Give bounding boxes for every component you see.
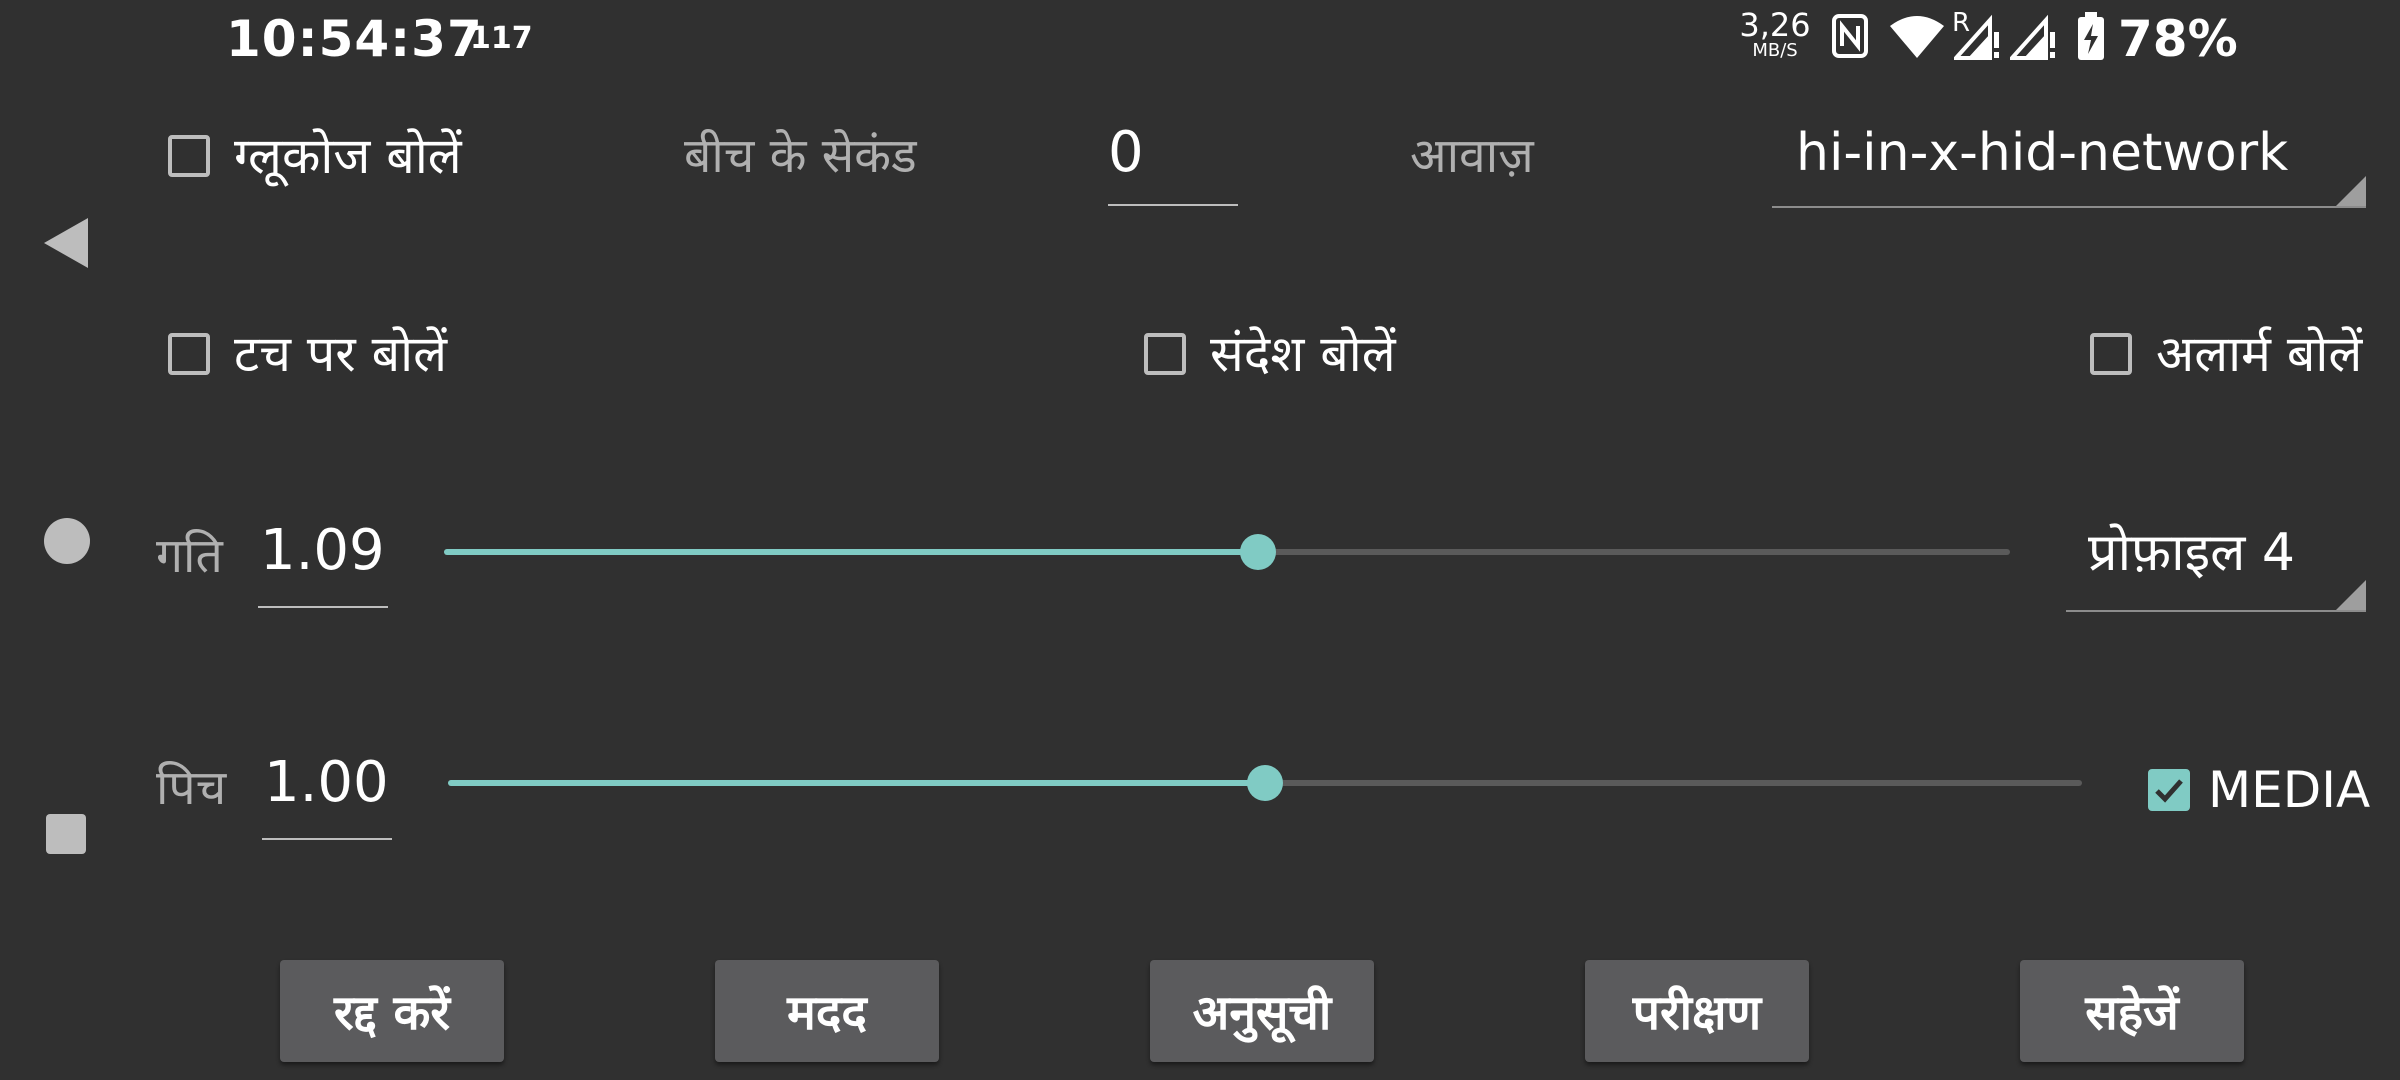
- profile-spinner-value: प्रोफ़ाइल 4: [2088, 523, 2296, 583]
- pitch-slider-fill: [448, 780, 1265, 786]
- network-speed: 3,26 MB/S: [1738, 6, 1812, 64]
- speak-alarms-checkbox-box[interactable]: [2090, 333, 2132, 375]
- back-icon[interactable]: [44, 218, 88, 268]
- test-button[interactable]: परीक्षण: [1585, 960, 1809, 1062]
- profile-spinner[interactable]: प्रोफ़ाइल 4: [2066, 518, 2366, 612]
- signal-icon: [2010, 14, 2055, 60]
- signal-roaming-icon: [1954, 14, 1999, 60]
- speak-alarms-label: अलार्म बोलें: [2156, 325, 2363, 383]
- pitch-field[interactable]: 1.00: [262, 748, 392, 840]
- pitch-slider[interactable]: [448, 765, 2082, 801]
- speed-slider[interactable]: [444, 534, 2010, 570]
- status-time: 10:54:37: [226, 10, 483, 68]
- recents-icon[interactable]: [46, 814, 86, 854]
- speak-on-touch-checkbox[interactable]: टच पर बोलें: [168, 324, 447, 384]
- speak-messages-checkbox[interactable]: संदेश बोलें: [1144, 324, 1396, 384]
- speed-label: गति: [156, 528, 223, 584]
- pitch-slider-thumb[interactable]: [1247, 765, 1283, 801]
- media-checkbox[interactable]: MEDIA: [2148, 760, 2370, 820]
- speak-on-touch-checkbox-box[interactable]: [168, 333, 210, 375]
- voice-spinner[interactable]: hi-in-x-hid-network: [1772, 118, 2366, 208]
- speak-glucose-checkbox-box[interactable]: [168, 135, 210, 177]
- cancel-button[interactable]: रद्द करें: [280, 960, 504, 1062]
- speak-glucose-checkbox[interactable]: ग्लूकोज बोलें: [168, 126, 462, 186]
- home-icon[interactable]: [44, 518, 90, 564]
- battery-charging-icon: [2078, 12, 2104, 60]
- speak-messages-label: संदेश बोलें: [1210, 325, 1396, 383]
- speak-messages-checkbox-box[interactable]: [1144, 333, 1186, 375]
- speed-field[interactable]: 1.09: [258, 516, 388, 608]
- pitch-label: पिच: [156, 760, 227, 816]
- speak-glucose-label: ग्लूकोज बोलें: [234, 127, 462, 185]
- interval-seconds-field[interactable]: 0: [1108, 118, 1238, 206]
- voice-spinner-value: hi-in-x-hid-network: [1796, 123, 2289, 183]
- save-button[interactable]: सहेजें: [2020, 960, 2244, 1062]
- schedule-button[interactable]: अनुसूची: [1150, 960, 1374, 1062]
- notification-count: 117: [470, 21, 533, 56]
- profile-dropdown-arrow-icon: [2336, 580, 2366, 610]
- checkmark-icon: [2155, 779, 2183, 803]
- voice-dropdown-arrow-icon: [2336, 176, 2366, 206]
- speed-slider-fill: [444, 549, 1259, 555]
- network-speed-value: 3,26: [1739, 6, 1811, 44]
- battery-percent: 78%: [2118, 10, 2238, 68]
- voice-label: आवाज़: [1410, 128, 1534, 184]
- media-label: MEDIA: [2208, 761, 2371, 819]
- help-button[interactable]: मदद: [715, 960, 939, 1062]
- speak-alarms-checkbox[interactable]: अलार्म बोलें: [2090, 324, 2362, 384]
- speed-slider-thumb[interactable]: [1240, 534, 1277, 570]
- nfc-icon: [1832, 14, 1868, 58]
- interval-seconds-label: बीच के सेकंड: [684, 128, 917, 184]
- media-checkbox-box[interactable]: [2148, 769, 2190, 811]
- speak-on-touch-label: टच पर बोलें: [234, 325, 447, 383]
- wifi-icon: [1890, 16, 1944, 58]
